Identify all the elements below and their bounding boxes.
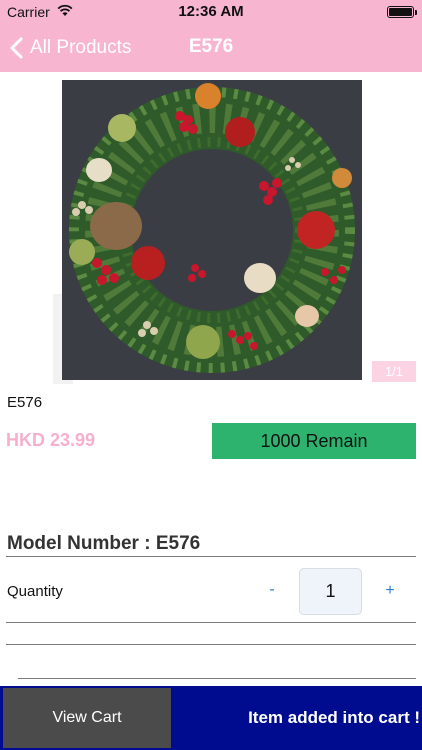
battery-tip (415, 10, 417, 15)
divider (6, 644, 416, 645)
page-title: E576 (188, 36, 234, 57)
image-pager-badge: 1/1 (372, 361, 416, 382)
divider (18, 678, 416, 679)
divider (6, 622, 416, 623)
status-bar: Carrier 12:36 AM (0, 0, 422, 24)
quantity-increment-button[interactable]: + (380, 582, 400, 604)
product-image (62, 80, 362, 380)
quantity-field[interactable]: 1 (299, 568, 362, 615)
divider (6, 556, 416, 557)
view-cart-button[interactable]: View Cart (3, 688, 171, 748)
product-image-carousel[interactable] (53, 74, 365, 386)
stock-remaining-badge: 1000 Remain (212, 423, 416, 459)
product-code: E576 (7, 394, 43, 411)
quantity-decrement-button[interactable]: - (262, 581, 282, 603)
cart-added-message: Item added into cart ! (248, 708, 420, 727)
battery-icon (387, 6, 414, 18)
clock: 12:36 AM (178, 3, 244, 20)
quantity-label: Quantity (7, 583, 63, 600)
model-number: Model Number : E576 (7, 533, 201, 554)
product-price: HKD 23.99 (6, 430, 96, 450)
